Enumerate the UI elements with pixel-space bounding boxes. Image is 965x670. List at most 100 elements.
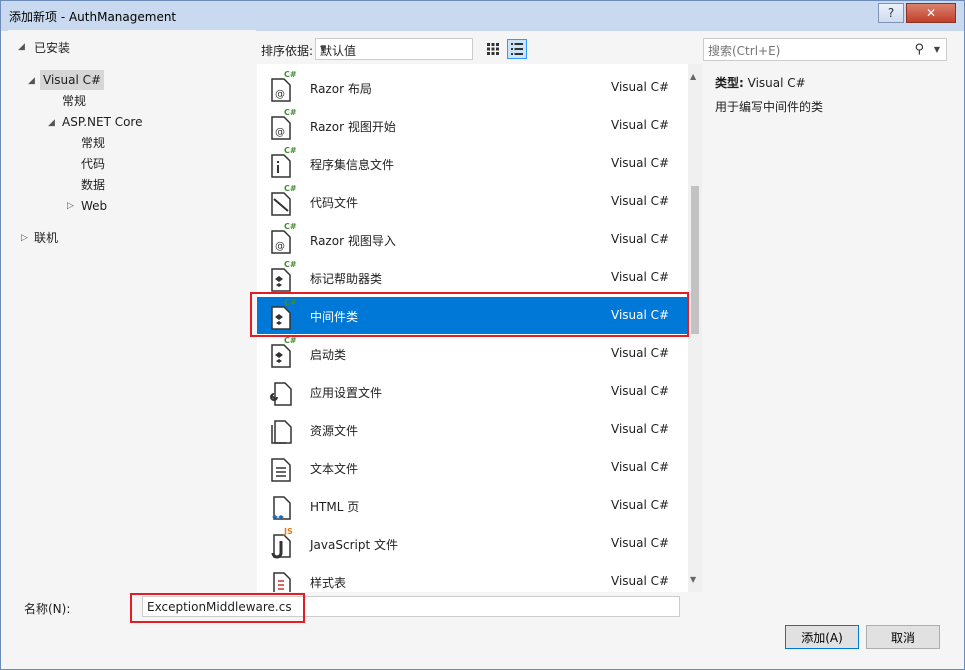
template-type: Visual C# — [611, 232, 670, 246]
razor-icon: @ C# — [269, 70, 297, 103]
csharp-badge-icon: C# — [284, 336, 297, 345]
expand-arrow-icon[interactable]: ▷ — [67, 201, 74, 211]
collapse-arrow-icon[interactable]: ◢ — [48, 118, 55, 128]
template-list: @ C# Razor 布局 Visual C# @ C# Razor 视图开始 Visual … — [257, 64, 702, 592]
window-title: 添加新项 - AuthManagement — [9, 10, 177, 24]
type-value: Visual C# — [747, 76, 806, 90]
tree-item-aspnet-general[interactable]: 常规 — [81, 133, 105, 153]
chevron-down-icon: ▼ — [320, 44, 327, 53]
tree-item-online[interactable]: 联机 — [34, 228, 58, 248]
sort-label: 排序依据: — [261, 44, 314, 58]
tree-item-general[interactable]: 常规 — [62, 91, 86, 111]
template-name: 文本文件 — [310, 462, 359, 476]
class-icon: C# — [269, 260, 297, 293]
chevron-down-icon[interactable]: ▼ — [934, 45, 940, 54]
template-type: Visual C# — [611, 194, 670, 208]
template-row[interactable]: @ C# Razor 视图导入 Visual C# — [257, 221, 687, 258]
search-input[interactable] — [706, 41, 910, 60]
title-bar[interactable]: 添加新项 - AuthManagement ? ✕ — [1, 1, 964, 31]
scroll-thumb[interactable] — [691, 186, 699, 334]
template-name: 应用设置文件 — [310, 386, 383, 400]
stylesheet-icon — [269, 569, 295, 592]
template-type: Visual C# — [611, 536, 670, 550]
scroll-down-icon[interactable]: ▼ — [690, 575, 696, 584]
template-row[interactable]: C# 标记帮助器类 Visual C# — [257, 259, 687, 296]
name-input[interactable] — [142, 596, 680, 617]
template-name: 样式表 — [310, 576, 347, 590]
code-file-icon: C# — [269, 184, 297, 217]
template-row[interactable]: C# 程序集信息文件 Visual C# — [257, 145, 687, 182]
vertical-scrollbar[interactable]: ▲ ▼ — [688, 64, 702, 592]
csharp-badge-icon: C# — [284, 298, 297, 307]
template-name: JavaScript 文件 — [310, 538, 398, 552]
tree-item-web[interactable]: Web — [81, 196, 107, 216]
csharp-badge-icon: C# — [284, 108, 297, 117]
template-name: 中间件类 — [310, 310, 359, 324]
template-type: Visual C# — [611, 270, 670, 284]
template-name: 标记帮助器类 — [310, 272, 383, 286]
csharp-badge-icon: C# — [284, 222, 297, 231]
grid-view-icon — [487, 43, 499, 55]
html-file-icon — [269, 493, 295, 521]
expand-arrow-icon[interactable]: ▷ — [21, 233, 28, 243]
collapse-arrow-icon[interactable]: ◢ — [28, 76, 35, 86]
text-file-icon — [269, 455, 295, 483]
razor-icon: @ C# — [269, 108, 297, 141]
template-name: Razor 布局 — [310, 82, 372, 96]
template-description: 用于编写中间件的类 — [715, 100, 824, 114]
sort-toolbar: 排序依据: 默认值 ▼ — [257, 36, 702, 62]
search-box[interactable]: ⚲ ▼ — [703, 38, 947, 61]
template-row[interactable]: @ C# Razor 布局 Visual C# — [257, 69, 687, 106]
collapse-arrow-icon[interactable]: ◢ — [18, 42, 25, 52]
tree-item-visual-csharp[interactable]: Visual C# — [40, 70, 105, 90]
template-name: Razor 视图开始 — [310, 120, 396, 134]
scroll-up-icon[interactable]: ▲ — [690, 72, 696, 81]
template-type: Visual C# — [611, 156, 670, 170]
template-row[interactable]: HTML 页 Visual C# — [257, 487, 687, 524]
type-info: 类型: Visual C# — [715, 74, 806, 91]
template-type: Visual C# — [611, 498, 670, 512]
template-name: 代码文件 — [310, 196, 359, 210]
template-row[interactable]: C# 中间件类 Visual C# — [257, 297, 687, 334]
tree-item-code[interactable]: 代码 — [81, 154, 105, 174]
category-tree: ◢ 已安装 ◢ Visual C# 常规 ◢ ASP.NET Core 常规 代… — [8, 30, 256, 591]
template-type: Visual C# — [611, 384, 670, 398]
template-type: Visual C# — [611, 118, 670, 132]
tree-item-installed[interactable]: 已安装 — [34, 38, 70, 58]
csharp-badge-icon: C# — [284, 260, 297, 269]
csharp-badge-icon: C# — [284, 146, 297, 155]
csharp-badge-icon: C# — [284, 184, 297, 193]
close-button[interactable]: ✕ — [906, 3, 956, 23]
template-row[interactable]: 资源文件 Visual C# — [257, 411, 687, 448]
sort-dropdown[interactable]: 默认值 ▼ — [315, 38, 473, 60]
template-row[interactable]: 样式表 Visual C# — [257, 563, 687, 592]
help-button[interactable]: ? — [878, 3, 904, 23]
template-row[interactable]: JS JavaScript 文件 Visual C# — [257, 525, 687, 562]
template-name: Razor 视图导入 — [310, 234, 396, 248]
js-badge-icon: JS — [284, 527, 293, 536]
template-type: Visual C# — [611, 346, 670, 360]
template-row[interactable]: 文本文件 Visual C# — [257, 449, 687, 486]
template-row[interactable]: 应用设置文件 Visual C# — [257, 373, 687, 410]
type-label: 类型: — [715, 76, 744, 90]
list-view-button[interactable] — [507, 39, 527, 59]
list-view-icon — [511, 43, 523, 55]
template-name: HTML 页 — [310, 500, 360, 514]
tree-item-aspnet-core[interactable]: ASP.NET Core — [62, 112, 142, 132]
resource-file-icon — [269, 417, 295, 445]
grid-view-button[interactable] — [483, 39, 503, 59]
add-button[interactable]: 添加(A) — [785, 625, 859, 649]
template-name: 程序集信息文件 — [310, 158, 395, 172]
template-row[interactable]: C# 启动类 Visual C# — [257, 335, 687, 372]
svg-text:@: @ — [275, 127, 285, 138]
svg-text:@: @ — [275, 89, 285, 100]
info-file-icon: C# — [269, 146, 297, 179]
settings-file-icon — [269, 379, 295, 407]
js-file-icon: JS — [269, 527, 295, 559]
tree-item-data[interactable]: 数据 — [81, 175, 105, 195]
search-icon[interactable]: ⚲ — [914, 42, 924, 57]
template-row[interactable]: C# 代码文件 Visual C# — [257, 183, 687, 220]
cancel-button[interactable]: 取消 — [866, 625, 940, 649]
template-type: Visual C# — [611, 422, 670, 436]
template-row[interactable]: @ C# Razor 视图开始 Visual C# — [257, 107, 687, 144]
